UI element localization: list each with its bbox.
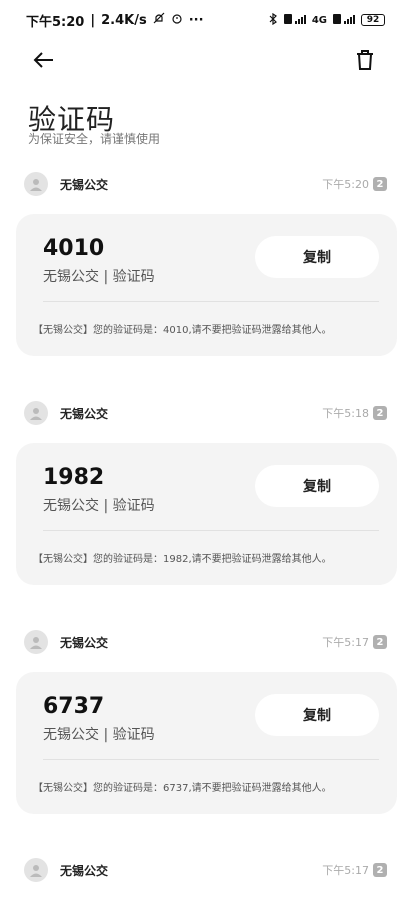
person-icon [30,637,42,649]
delete-button[interactable] [347,42,383,78]
page-subtitle: 为保证安全，请谨慎使用 [28,132,161,146]
verification-code: 6737 [43,694,105,719]
sim-badge: 2 [373,635,387,649]
code-label: 无锡公交 | 验证码 [43,269,155,285]
status-bar: 下午5:20 | 2.4K/s ··· 4G 92 [0,0,411,40]
code-label: 无锡公交 | 验证码 [43,498,155,514]
battery-icon: 92 [361,14,385,26]
sender-row[interactable]: 无锡公交 下午5:17 2 [24,857,387,883]
sender-name: 无锡公交 [60,406,109,421]
back-button[interactable] [26,42,62,78]
signal-icon [283,13,306,27]
top-bar [0,42,411,78]
more-notifications-icon: ··· [188,12,204,28]
silent-icon [153,12,165,28]
message-time: 下午5:20 2 [322,176,387,192]
avatar [24,630,48,654]
code-card: 6737 无锡公交 | 验证码 复制 【无锡公交】您的验证码是：6737,请不要… [16,672,397,814]
copy-button[interactable]: 复制 [255,465,379,507]
status-left: 下午5:20 | 2.4K/s ··· [26,11,204,30]
sender-name: 无锡公交 [60,177,109,192]
battery-level: 92 [366,15,380,25]
time-text: 下午5:17 [322,864,369,877]
status-time: 下午5:20 [26,14,85,30]
copy-button[interactable]: 复制 [255,236,379,278]
trash-icon [357,50,373,70]
verification-code: 1982 [43,465,105,490]
code-card: 4010 无锡公交 | 验证码 复制 【无锡公交】您的验证码是：4010,请不要… [16,214,397,356]
time-text: 下午5:20 [322,178,369,191]
person-icon [30,865,42,877]
network-speed: 2.4K/s [101,12,147,28]
divider [43,530,379,531]
divider [43,759,379,760]
message-time: 下午5:17 2 [322,862,387,878]
message-time: 下午5:18 2 [322,405,387,421]
avatar [24,858,48,882]
code-card: 1982 无锡公交 | 验证码 复制 【无锡公交】您的验证码是：1982,请不要… [16,443,397,585]
message-time: 下午5:17 2 [322,634,387,650]
sender-name: 无锡公交 [60,635,109,650]
sim-badge: 2 [373,863,387,877]
status-right: 4G 92 [268,12,385,28]
sms-text: 【无锡公交】您的验证码是：4010,请不要把验证码泄露给其他人。 [33,325,332,336]
divider [43,301,379,302]
sms-text: 【无锡公交】您的验证码是：6737,请不要把验证码泄露给其他人。 [33,783,332,794]
person-icon [30,408,42,420]
sim-badge: 2 [373,177,387,191]
sender-name: 无锡公交 [60,863,109,878]
signal-icon-2 [333,13,355,27]
back-arrow-icon [33,52,53,68]
sender-row[interactable]: 无锡公交 下午5:20 2 [24,171,387,197]
code-label: 无锡公交 | 验证码 [43,727,155,743]
bluetooth-icon [268,12,278,28]
verification-code: 4010 [43,236,105,261]
sender-row[interactable]: 无锡公交 下午5:18 2 [24,400,387,426]
sms-text: 【无锡公交】您的验证码是：1982,请不要把验证码泄露给其他人。 [33,554,332,565]
alarm-icon [171,12,183,28]
time-text: 下午5:17 [322,636,369,649]
network-type: 4G [311,14,327,26]
sim-badge: 2 [373,406,387,420]
person-icon [30,179,42,191]
copy-button[interactable]: 复制 [255,694,379,736]
status-separator: | [90,12,96,28]
sender-row[interactable]: 无锡公交 下午5:17 2 [24,629,387,655]
avatar [24,172,48,196]
time-text: 下午5:18 [322,407,369,420]
avatar [24,401,48,425]
